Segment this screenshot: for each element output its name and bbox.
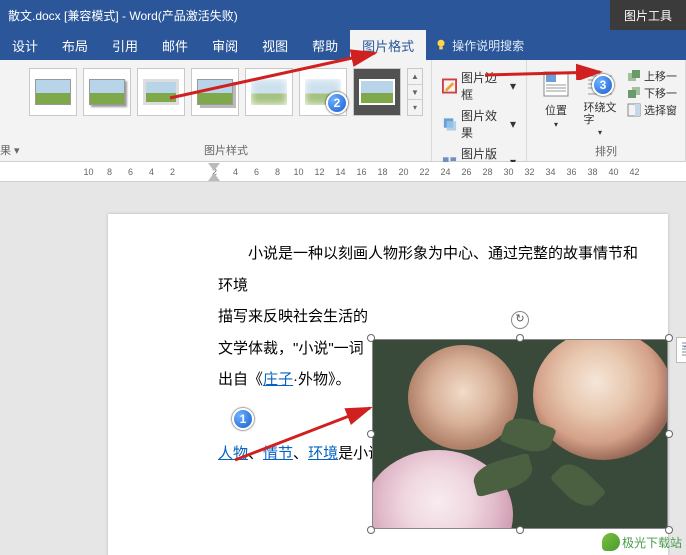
tell-me-label: 操作说明搜索 <box>452 37 524 54</box>
picture-border-label: 图片边框 <box>461 69 506 103</box>
selection-pane-button[interactable]: 选择窗 <box>627 102 677 118</box>
bring-forward-icon <box>627 69 641 83</box>
picture-style-7[interactable] <box>353 68 401 116</box>
bring-forward-label: 上移一 <box>644 68 677 84</box>
picture-border-button[interactable]: 图片边框 ▾ <box>440 68 518 104</box>
selection-pane-icon <box>627 103 641 117</box>
ribbon-group-label-styles: 图片样式 <box>27 140 425 161</box>
style-gallery-scroll: ▲ ▼ ▾ <box>407 68 423 116</box>
link-zhuangzi[interactable]: 庄子 <box>263 371 293 388</box>
link-character[interactable]: 人物 <box>218 445 248 462</box>
lightbulb-icon <box>434 38 448 52</box>
page: 小说是一种以刻画人物形象为中心、通过完整的故事情节和环境 描写来反映社会生活的文… <box>108 214 668 555</box>
chevron-down-icon: ▾ <box>510 117 516 131</box>
gallery-down-icon[interactable]: ▼ <box>408 85 422 101</box>
tab-design[interactable]: 设计 <box>0 30 50 60</box>
resize-handle-mr[interactable] <box>665 430 673 438</box>
ribbon-group-label-arrange: 排列 <box>533 141 679 162</box>
send-backward-icon <box>627 86 641 100</box>
ribbon-group-picture-styles: ▲ ▼ ▾ 图片样式 <box>21 60 432 161</box>
resize-handle-tl[interactable] <box>367 334 375 342</box>
wrap-text-label: 环绕文 字 <box>584 102 617 126</box>
paragraph-2[interactable]: 描写来反映社会生活的文学体裁，"小说"一词出自《庄子·外物》。 <box>218 301 368 396</box>
annotation-marker-1: 1 <box>232 408 254 430</box>
effects-icon <box>442 116 457 132</box>
tab-layout[interactable]: 布局 <box>50 30 100 60</box>
indent-marker-icon[interactable] <box>208 163 220 181</box>
tab-mailings[interactable]: 邮件 <box>150 30 200 60</box>
picture-effects-label: 图片效果 <box>461 107 506 141</box>
picture-style-3[interactable] <box>137 68 185 116</box>
rotate-handle[interactable] <box>511 311 529 329</box>
ribbon-group-cut-left: 果 ▾ <box>0 60 21 161</box>
contextual-tab-label: 图片工具 <box>610 0 686 30</box>
link-environment[interactable]: 环境 <box>308 445 338 462</box>
chevron-down-icon: ▾ <box>554 120 558 129</box>
picture-effects-button[interactable]: 图片效果 ▾ <box>440 106 518 142</box>
layout-options-icon <box>681 342 686 358</box>
picture-style-2[interactable] <box>83 68 131 116</box>
menu-bar: 设计 布局 引用 邮件 审阅 视图 帮助 图片格式 操作说明搜索 <box>0 30 686 60</box>
bring-forward-button[interactable]: 上移一 <box>627 68 677 84</box>
horizontal-ruler[interactable]: 1086422468101214161820222426283032343638… <box>0 162 686 182</box>
selection-pane-label: 选择窗 <box>644 102 677 118</box>
chevron-down-icon: ▾ <box>510 79 516 93</box>
picture-style-5[interactable] <box>245 68 293 116</box>
watermark: 极光下载站 <box>602 533 682 551</box>
tab-picture-format[interactable]: 图片格式 <box>350 30 426 60</box>
send-backward-button[interactable]: 下移一 <box>627 85 677 101</box>
position-button[interactable]: 位置 ▾ <box>535 68 577 137</box>
resize-handle-bm[interactable] <box>516 526 524 534</box>
picture-style-4[interactable] <box>191 68 239 116</box>
gallery-up-icon[interactable]: ▲ <box>408 69 422 85</box>
chevron-down-icon: ▾ <box>598 128 602 137</box>
send-backward-label: 下移一 <box>644 85 677 101</box>
gallery-more-icon[interactable]: ▾ <box>408 100 422 115</box>
position-label: 位置 <box>545 102 567 118</box>
tab-help[interactable]: 帮助 <box>300 30 350 60</box>
layout-options-button[interactable] <box>676 337 686 363</box>
image-content <box>372 339 668 529</box>
document-canvas[interactable]: 小说是一种以刻画人物形象为中心、通过完整的故事情节和环境 描写来反映社会生活的文… <box>0 182 686 555</box>
paragraph-1[interactable]: 小说是一种以刻画人物形象为中心、通过完整的故事情节和环境 <box>218 238 640 301</box>
watermark-logo-icon <box>602 533 620 551</box>
annotation-marker-3: 3 <box>592 74 614 96</box>
annotation-marker-2: 2 <box>326 92 348 114</box>
pencil-border-icon <box>442 78 457 94</box>
resize-handle-tr[interactable] <box>665 334 673 342</box>
selected-image[interactable] <box>372 339 668 529</box>
tell-me-search[interactable]: 操作说明搜索 <box>434 37 524 54</box>
position-icon <box>540 68 572 100</box>
resize-handle-tm[interactable] <box>516 334 524 342</box>
tab-view[interactable]: 视图 <box>250 30 300 60</box>
tab-references[interactable]: 引用 <box>100 30 150 60</box>
window-title: 散文.docx [兼容模式] - Word(产品激活失败) <box>0 7 610 24</box>
ribbon-group-label-left: 果 ▾ <box>0 142 21 161</box>
link-plot[interactable]: 情节 <box>263 445 293 462</box>
tab-review[interactable]: 审阅 <box>200 30 250 60</box>
resize-handle-bl[interactable] <box>367 526 375 534</box>
ribbon-group-effects: 图片边框 ▾ 图片效果 ▾ 图片版式 ▾ <box>432 60 527 161</box>
picture-style-1[interactable] <box>29 68 77 116</box>
resize-handle-ml[interactable] <box>367 430 375 438</box>
